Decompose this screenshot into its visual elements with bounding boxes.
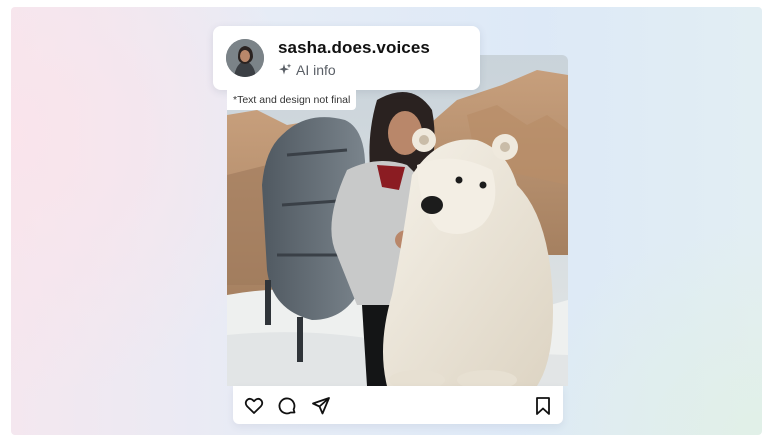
- avatar[interactable]: [226, 39, 264, 77]
- bookmark-icon[interactable]: [533, 396, 553, 416]
- post-header: sasha.does.voices AI info: [213, 26, 480, 90]
- comment-icon[interactable]: [277, 396, 297, 416]
- heart-icon[interactable]: [244, 396, 264, 416]
- share-icon[interactable]: [311, 396, 331, 416]
- sparkle-icon: [279, 63, 292, 75]
- disclaimer-note: *Text and design not final: [227, 90, 357, 110]
- ai-info-label: AI info: [296, 62, 336, 78]
- username[interactable]: sasha.does.voices: [278, 38, 430, 58]
- ai-info-button[interactable]: AI info: [278, 62, 336, 78]
- post-action-bar: [233, 386, 563, 424]
